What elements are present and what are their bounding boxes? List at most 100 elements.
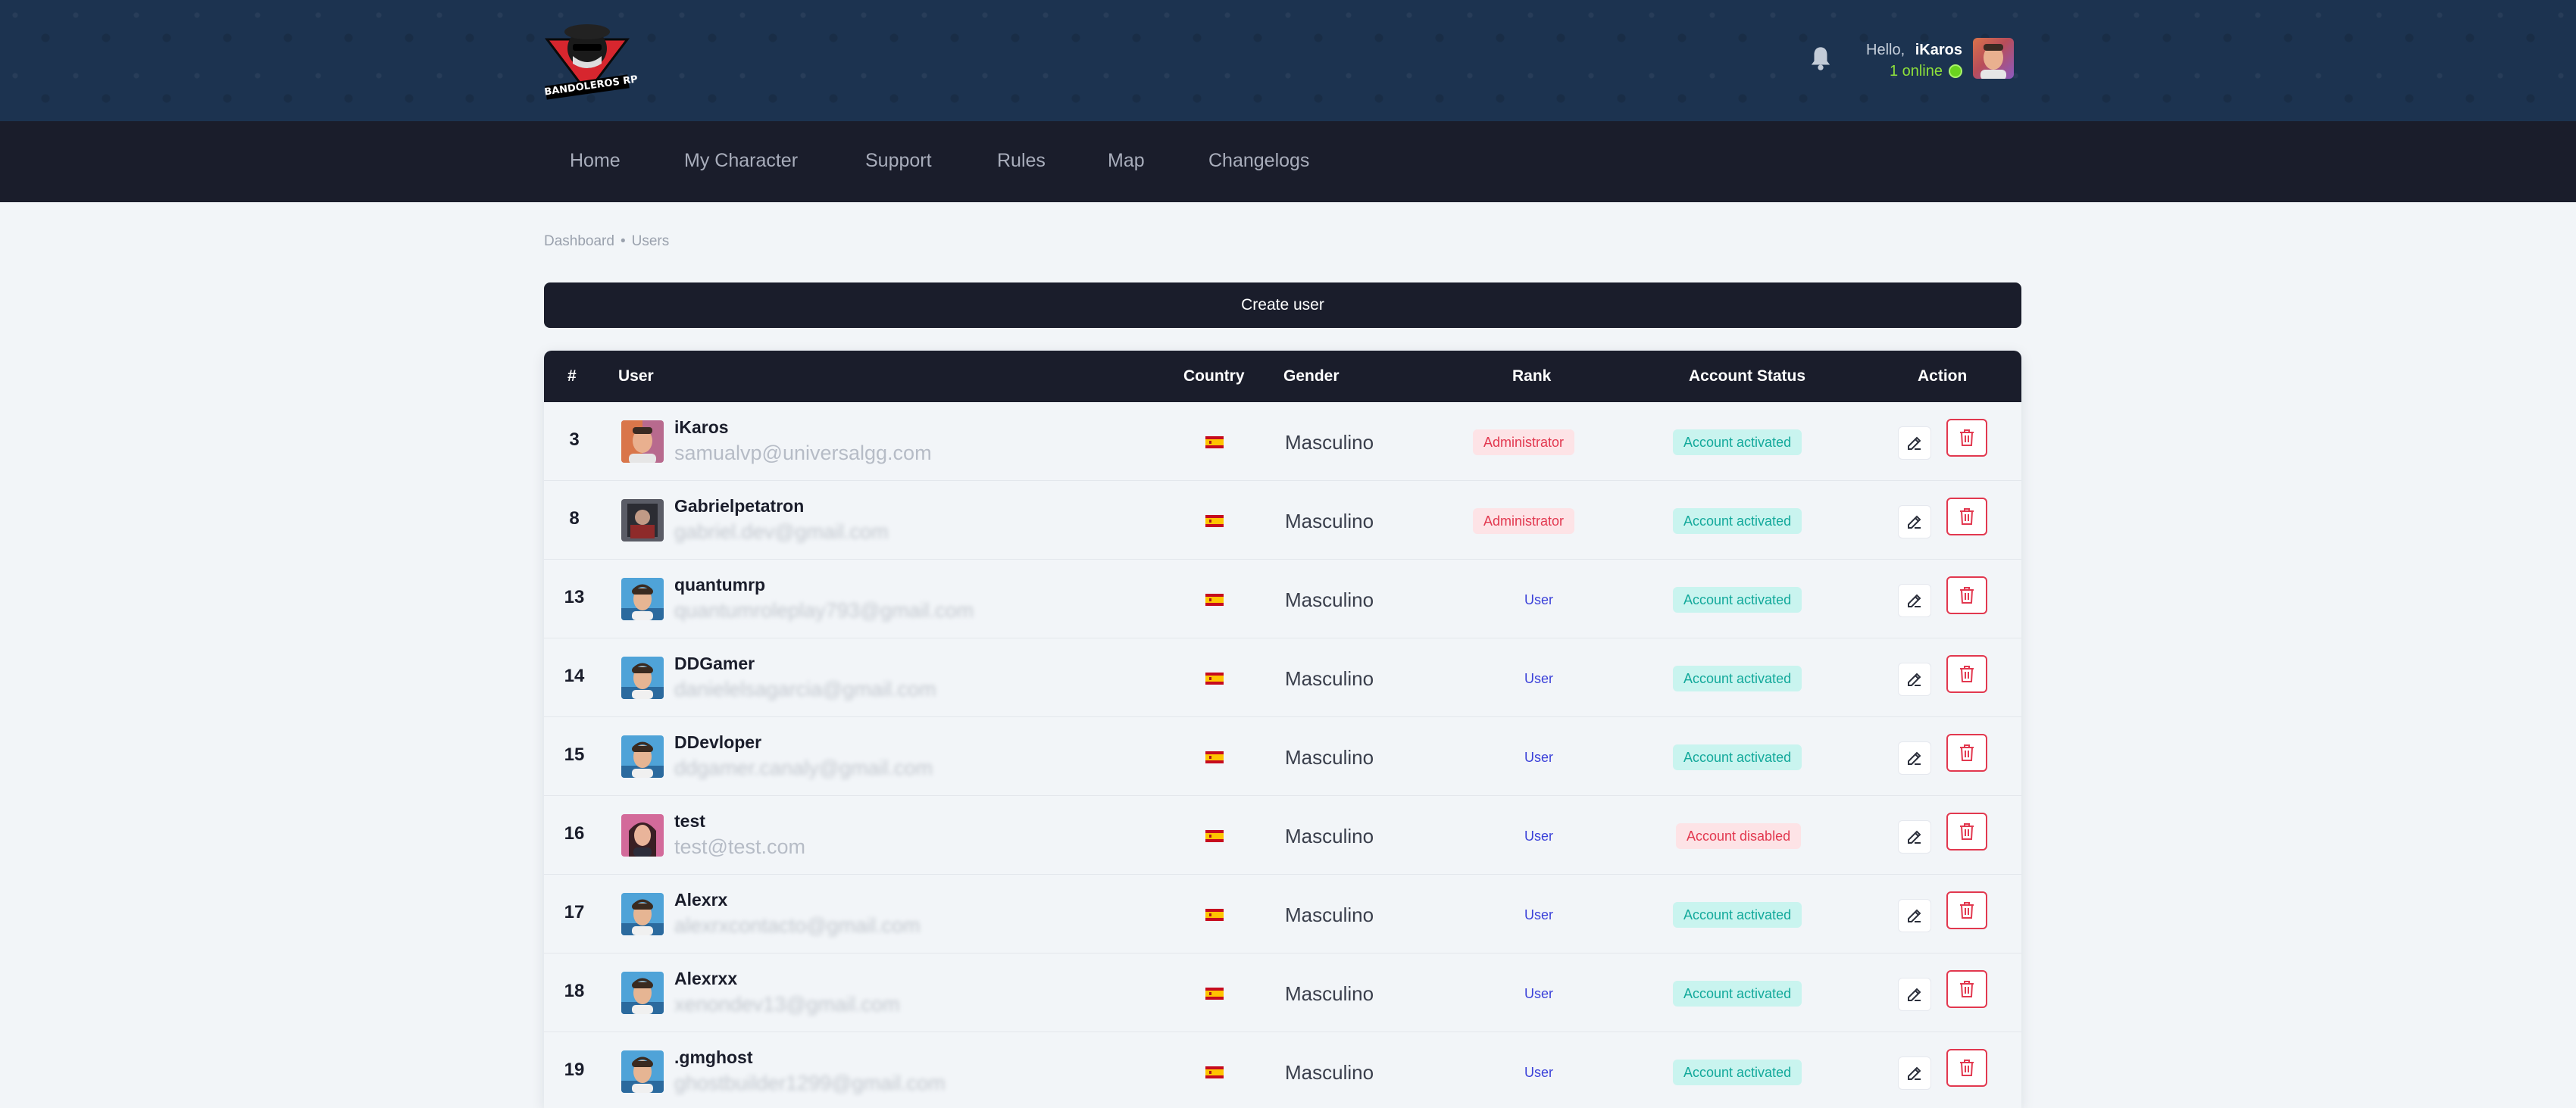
- spain-flag-icon: [1205, 436, 1224, 448]
- user-avatar: [621, 420, 664, 463]
- spain-flag-icon: [1205, 594, 1224, 606]
- spain-flag-icon: [1205, 909, 1224, 921]
- table-row: 13 quantumrp quantumroleplay793@gmail.com M…: [544, 560, 2021, 638]
- delete-user-button[interactable]: [1946, 1049, 1987, 1087]
- user-avatar: [621, 499, 664, 542]
- spain-flag-icon: [1205, 751, 1224, 763]
- table-row: 8 Gabrielpetatron gabriel.dev@gmail.com Mas…: [544, 481, 2021, 560]
- delete-user-button[interactable]: [1946, 813, 1987, 851]
- bell-icon[interactable]: [1809, 45, 1832, 71]
- user-id: 3: [569, 429, 580, 450]
- main-nav: Home My Character Support Rules Map Chan…: [0, 121, 2576, 202]
- user-avatar: [621, 657, 664, 699]
- user-gender: Masculino: [1285, 510, 1374, 532]
- delete-user-button[interactable]: [1946, 734, 1987, 772]
- delete-user-button[interactable]: [1946, 655, 1987, 693]
- edit-user-button[interactable]: [1898, 505, 1931, 538]
- user-gender: Masculino: [1285, 431, 1374, 454]
- user-name: quantumrp: [674, 575, 766, 595]
- user-email: xenondev13@gmail.com: [674, 993, 900, 1016]
- rank-badge: User: [1524, 592, 1554, 607]
- header-rank: Rank: [1512, 367, 1552, 385]
- current-user-avatar[interactable]: [1973, 38, 2014, 79]
- user-gender: Masculino: [1285, 904, 1374, 926]
- status-badge: Account activated: [1673, 902, 1802, 928]
- spain-flag-icon: [1205, 830, 1224, 842]
- user-email: test@test.com: [674, 835, 805, 858]
- online-dot-icon: [1949, 64, 1962, 78]
- current-user-name[interactable]: iKaros: [1915, 42, 1962, 58]
- header-num: #: [567, 367, 577, 385]
- nav-home[interactable]: Home: [570, 150, 621, 172]
- user-name: DDGamer: [674, 654, 755, 673]
- rank-badge: User: [1524, 907, 1554, 922]
- status-badge: Account activated: [1673, 587, 1802, 613]
- header-user: User: [618, 367, 654, 385]
- edit-icon: [1908, 1066, 1921, 1080]
- user-id: 19: [564, 1060, 585, 1080]
- user-id: 13: [564, 587, 585, 607]
- user-avatar: [621, 814, 664, 857]
- table-row: 18 Alexrxx xenondev13@gmail.com Masculino Us…: [544, 954, 2021, 1032]
- create-user-button[interactable]: Create user: [544, 282, 2021, 328]
- edit-user-button[interactable]: [1898, 978, 1931, 1011]
- online-count: 1 online: [1889, 63, 1943, 80]
- status-badge: Account activated: [1673, 666, 1802, 691]
- user-id: 14: [564, 666, 585, 686]
- status-badge: Account activated: [1673, 744, 1802, 770]
- edit-icon: [1908, 673, 1921, 686]
- edit-icon: [1908, 988, 1921, 1001]
- delete-user-button[interactable]: [1946, 970, 1987, 1008]
- delete-user-button[interactable]: [1946, 419, 1987, 457]
- header-status: Account Status: [1689, 367, 1806, 385]
- breadcrumb-dashboard[interactable]: Dashboard: [544, 233, 614, 249]
- online-status: 1 online: [1866, 61, 1962, 82]
- trash-icon: [1960, 587, 1974, 604]
- user-name: Alexrx: [674, 890, 728, 910]
- edit-user-button[interactable]: [1898, 1057, 1931, 1090]
- user-avatar: [621, 893, 664, 935]
- table-row: 14 DDGamer danielelsagarcia@gmail.com Mascu…: [544, 638, 2021, 717]
- edit-user-button[interactable]: [1898, 426, 1931, 460]
- nav-rules[interactable]: Rules: [997, 150, 1046, 172]
- user-gender: Masculino: [1285, 746, 1374, 769]
- status-badge: Account activated: [1673, 1060, 1802, 1085]
- rank-badge: User: [1524, 986, 1554, 1001]
- edit-user-button[interactable]: [1898, 820, 1931, 854]
- nav-map[interactable]: Map: [1108, 150, 1145, 172]
- table-header: # User Country Gender Rank Account Statu…: [544, 351, 2021, 402]
- edit-user-button[interactable]: [1898, 663, 1931, 696]
- user-greeting: Hello, iKaros 1 online: [1866, 39, 1962, 82]
- header-action: Action: [1918, 367, 1968, 385]
- delete-user-button[interactable]: [1946, 891, 1987, 929]
- spain-flag-icon: [1205, 1066, 1224, 1078]
- user-id: 16: [564, 823, 585, 844]
- user-email: quantumroleplay793@gmail.com: [674, 599, 974, 622]
- nav-changelogs[interactable]: Changelogs: [1208, 150, 1309, 172]
- rank-badge: User: [1524, 750, 1554, 765]
- edit-icon: [1908, 830, 1921, 844]
- edit-user-button[interactable]: [1898, 584, 1931, 617]
- header-country: Country: [1183, 367, 1245, 385]
- user-gender: Masculino: [1285, 982, 1374, 1005]
- user-name: .gmghost: [674, 1047, 753, 1067]
- site-logo[interactable]: BANDOLEROS RP: [542, 14, 639, 103]
- nav-support[interactable]: Support: [865, 150, 932, 172]
- trash-icon: [1960, 508, 1974, 525]
- nav-my-character[interactable]: My Character: [684, 150, 798, 172]
- delete-user-button[interactable]: [1946, 576, 1987, 614]
- edit-user-button[interactable]: [1898, 899, 1931, 932]
- breadcrumb: Dashboard • Users: [544, 233, 669, 250]
- edit-icon: [1908, 751, 1921, 765]
- delete-user-button[interactable]: [1946, 498, 1987, 535]
- edit-user-button[interactable]: [1898, 741, 1931, 775]
- table-row: 16 test test@test.com Masculino User Account …: [544, 796, 2021, 875]
- rank-badge: User: [1524, 671, 1554, 686]
- rank-badge: User: [1524, 829, 1554, 844]
- spain-flag-icon: [1205, 988, 1224, 1000]
- edit-icon: [1908, 594, 1921, 607]
- user-id: 15: [564, 744, 585, 765]
- top-header: BANDOLEROS RP Hello, iKaros 1 online: [0, 0, 2576, 121]
- user-id: 17: [564, 902, 585, 922]
- user-email: ddgamer.canaly@gmail.com: [674, 757, 933, 779]
